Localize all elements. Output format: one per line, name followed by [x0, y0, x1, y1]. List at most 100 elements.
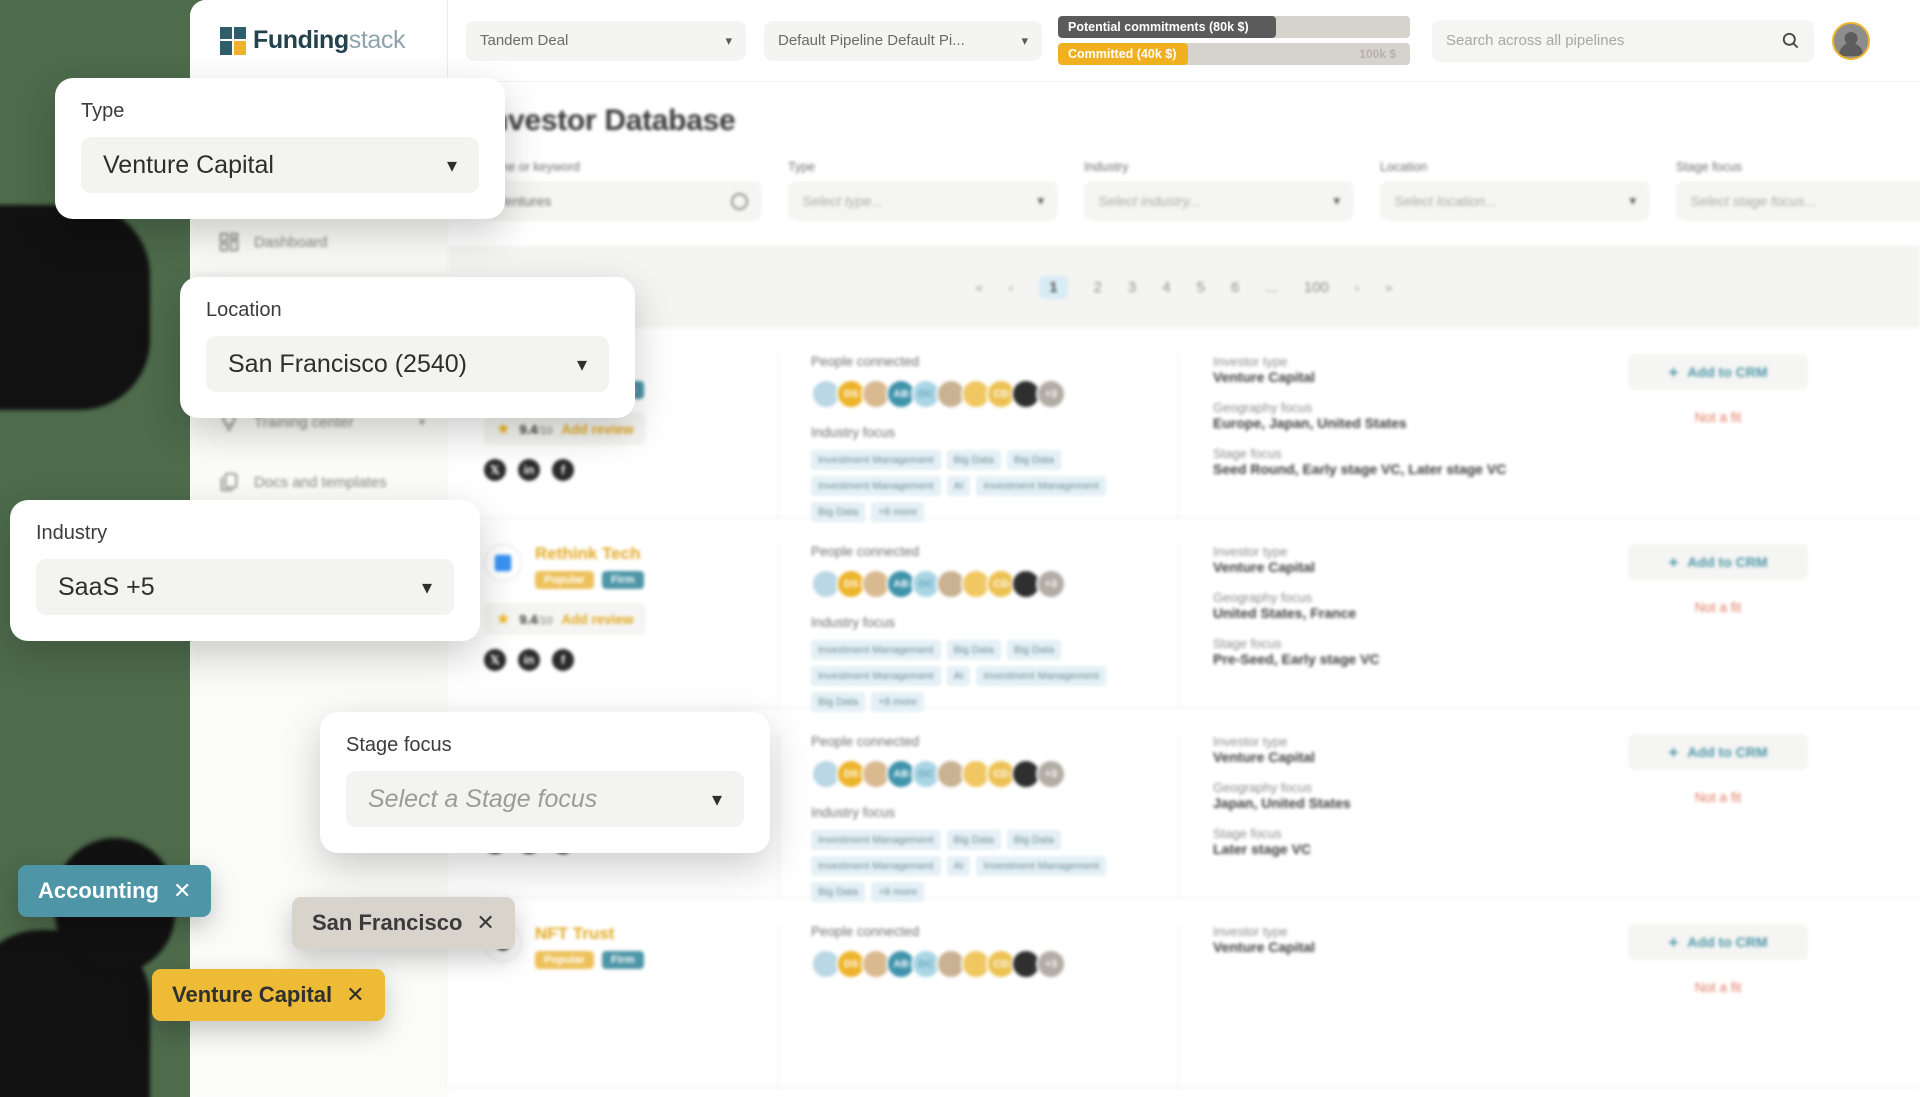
popover-location-select[interactable]: San Francisco (2540) ▾ — [206, 336, 609, 392]
popover-industry-select[interactable]: SaaS +5 ▾ — [36, 559, 454, 615]
linkedin-icon[interactable]: in — [518, 459, 540, 481]
avatar-overflow[interactable]: +3 — [1036, 569, 1066, 599]
add-to-crm-label: Add to CRM — [1687, 934, 1768, 950]
investor-type-label: Investor type — [1213, 354, 1288, 369]
logo-text-light: stack — [348, 26, 406, 54]
tag: Investment Management — [811, 640, 941, 660]
global-search-placeholder: Search across all pipelines — [1446, 32, 1625, 49]
deal-select[interactable]: Tandem Deal ▾ — [466, 20, 746, 61]
chip-label: Venture Capital — [172, 982, 333, 1007]
table-row[interactable]: NFT Trust Popular Firm People connected … — [448, 898, 1920, 1088]
app-logo[interactable]: Fundingstack — [190, 0, 448, 82]
not-a-fit-link[interactable]: Not a fit — [1628, 980, 1808, 995]
pagination-page-5[interactable]: 5 — [1197, 279, 1205, 296]
facebook-icon[interactable]: f — [552, 459, 574, 481]
avatar-stack[interactable]: DS AB DC CD +3 — [811, 949, 1178, 979]
chevron-down-icon: ▾ — [1629, 193, 1636, 208]
chevron-down-icon: ▾ — [1037, 193, 1044, 208]
add-to-crm-button[interactable]: + Add to CRM — [1628, 924, 1808, 960]
filter-stage-focus: Stage focus Select stage focus... ▾ — [1676, 160, 1920, 221]
pagination-page-2[interactable]: 2 — [1094, 279, 1102, 296]
add-review-link[interactable]: Add review — [561, 612, 633, 627]
pagination-last[interactable]: » — [1385, 280, 1392, 295]
popover-industry-label: Industry — [36, 522, 108, 544]
industry-select[interactable]: Select industry... ▾ — [1084, 181, 1354, 221]
pagination-next[interactable]: › — [1355, 280, 1359, 295]
add-review-link[interactable]: Add review — [561, 422, 633, 437]
x-icon[interactable]: 𝕏 — [484, 459, 506, 481]
global-search-input[interactable]: Search across all pipelines — [1432, 19, 1814, 62]
add-to-crm-button[interactable]: + Add to CRM — [1628, 354, 1808, 390]
badge-firm: Firm — [601, 951, 644, 969]
tag: Investment Management — [811, 856, 941, 876]
deal-select-value: Tandem Deal — [480, 32, 569, 49]
x-icon[interactable]: 𝕏 — [484, 649, 506, 671]
tag: Investment Management — [976, 666, 1107, 686]
pagination: « ‹ 1 2 3 4 5 6 ... 100 › » — [448, 246, 1920, 328]
chip-san-francisco[interactable]: San Francisco ✕ — [292, 897, 515, 949]
chip-venture-capital[interactable]: Venture Capital ✕ — [152, 969, 385, 1021]
popover-stage-focus-select[interactable]: Select a Stage focus ▾ — [346, 771, 744, 827]
location-select[interactable]: Select location... ▾ — [1380, 181, 1650, 221]
pagination-page-3[interactable]: 3 — [1128, 279, 1136, 296]
avatar-overflow[interactable]: +3 — [1036, 759, 1066, 789]
avatar-overflow[interactable]: +3 — [1036, 379, 1066, 409]
not-a-fit-link[interactable]: Not a fit — [1628, 600, 1808, 615]
chip-accounting[interactable]: Accounting ✕ — [18, 865, 212, 917]
rating-suffix: /10 — [537, 614, 553, 627]
investor-logo-icon — [484, 544, 522, 582]
filter-industry: Industry Select industry... ▾ — [1084, 160, 1354, 221]
table-row[interactable]: Ventures Popular Firm ★ 9.4/10 Add revie… — [448, 328, 1920, 522]
add-to-crm-button[interactable]: + Add to CRM — [1628, 544, 1808, 580]
type-select-value: Select type... — [802, 193, 883, 209]
avatar[interactable] — [1832, 21, 1870, 60]
popover-location: Location San Francisco (2540) ▾ — [180, 277, 635, 418]
avatar-overflow[interactable]: +3 — [1036, 949, 1066, 979]
type-select[interactable]: Select type... ▾ — [788, 181, 1058, 221]
stage-focus-select[interactable]: Select stage focus... ▾ — [1676, 181, 1920, 221]
avatar-stack[interactable]: DS AB DC CD +3 — [811, 759, 1178, 789]
close-icon[interactable]: ✕ — [476, 910, 494, 936]
add-to-crm-button[interactable]: + Add to CRM — [1628, 734, 1808, 770]
pagination-page-6[interactable]: 6 — [1231, 279, 1239, 296]
industry-focus-tags: Investment Management Big Data Big Data … — [811, 450, 1141, 522]
people-connected: People connected DS AB DC CD +3 Industry… — [778, 734, 1178, 902]
investor-name[interactable]: NFT Trust — [535, 924, 644, 944]
sidebar-item-dashboard[interactable]: Dashboard — [190, 212, 447, 272]
filter-label: Industry — [1084, 160, 1129, 174]
investor-name[interactable]: Rethink Tech — [535, 544, 644, 564]
not-a-fit-link[interactable]: Not a fit — [1628, 410, 1808, 425]
table-row[interactable]: Rethink Tech Popular Firm ★ 9.4/10 Add r… — [448, 518, 1920, 712]
pagination-first[interactable]: « — [976, 280, 983, 295]
docs-icon — [220, 472, 238, 492]
people-connected: People connected DS AB DC CD +3 Industry… — [778, 354, 1178, 522]
pipeline-select[interactable]: Default Pipeline Default Pi... ▾ — [764, 20, 1042, 61]
tag: Big Data — [1006, 830, 1062, 850]
keyword-input[interactable]: Ventures — [482, 181, 762, 221]
pagination-prev[interactable]: ‹ — [1009, 280, 1013, 295]
investor-meta: Investor type Venture Capital Geography … — [1178, 354, 1608, 517]
row-actions: + Add to CRM Not a fit — [1608, 544, 1920, 707]
avatar-stack[interactable]: DS AB DC CD +3 — [811, 379, 1178, 409]
facebook-icon[interactable]: f — [552, 649, 574, 671]
plus-icon: + — [1668, 552, 1679, 572]
tag: Big Data — [1006, 450, 1062, 470]
popover-type-select[interactable]: Venture Capital ▾ — [81, 137, 479, 193]
tag: Big Data — [946, 640, 1001, 660]
stage-focus-value: Seed Round, Early stage VC, Later stage … — [1213, 461, 1507, 477]
rating-widget[interactable]: ★ 9.4/10 Add review — [484, 603, 646, 635]
popover-stage-focus-label: Stage focus — [346, 734, 452, 756]
rating-suffix: /10 — [537, 424, 553, 437]
people-connected-label: People connected — [811, 354, 920, 369]
not-a-fit-link[interactable]: Not a fit — [1628, 790, 1808, 805]
pagination-page-1[interactable]: 1 — [1039, 275, 1068, 299]
investor-type-label: Investor type — [1213, 734, 1288, 749]
close-icon[interactable]: ✕ — [173, 878, 191, 904]
pagination-page-4[interactable]: 4 — [1162, 279, 1170, 296]
avatar-stack[interactable]: DS AB DC CD +3 — [811, 569, 1178, 599]
close-icon[interactable]: ✕ — [346, 982, 364, 1008]
clear-icon[interactable] — [731, 192, 748, 210]
pagination-page-100[interactable]: 100 — [1304, 279, 1329, 296]
row-actions: + Add to CRM Not a fit — [1608, 924, 1920, 1087]
linkedin-icon[interactable]: in — [518, 649, 540, 671]
